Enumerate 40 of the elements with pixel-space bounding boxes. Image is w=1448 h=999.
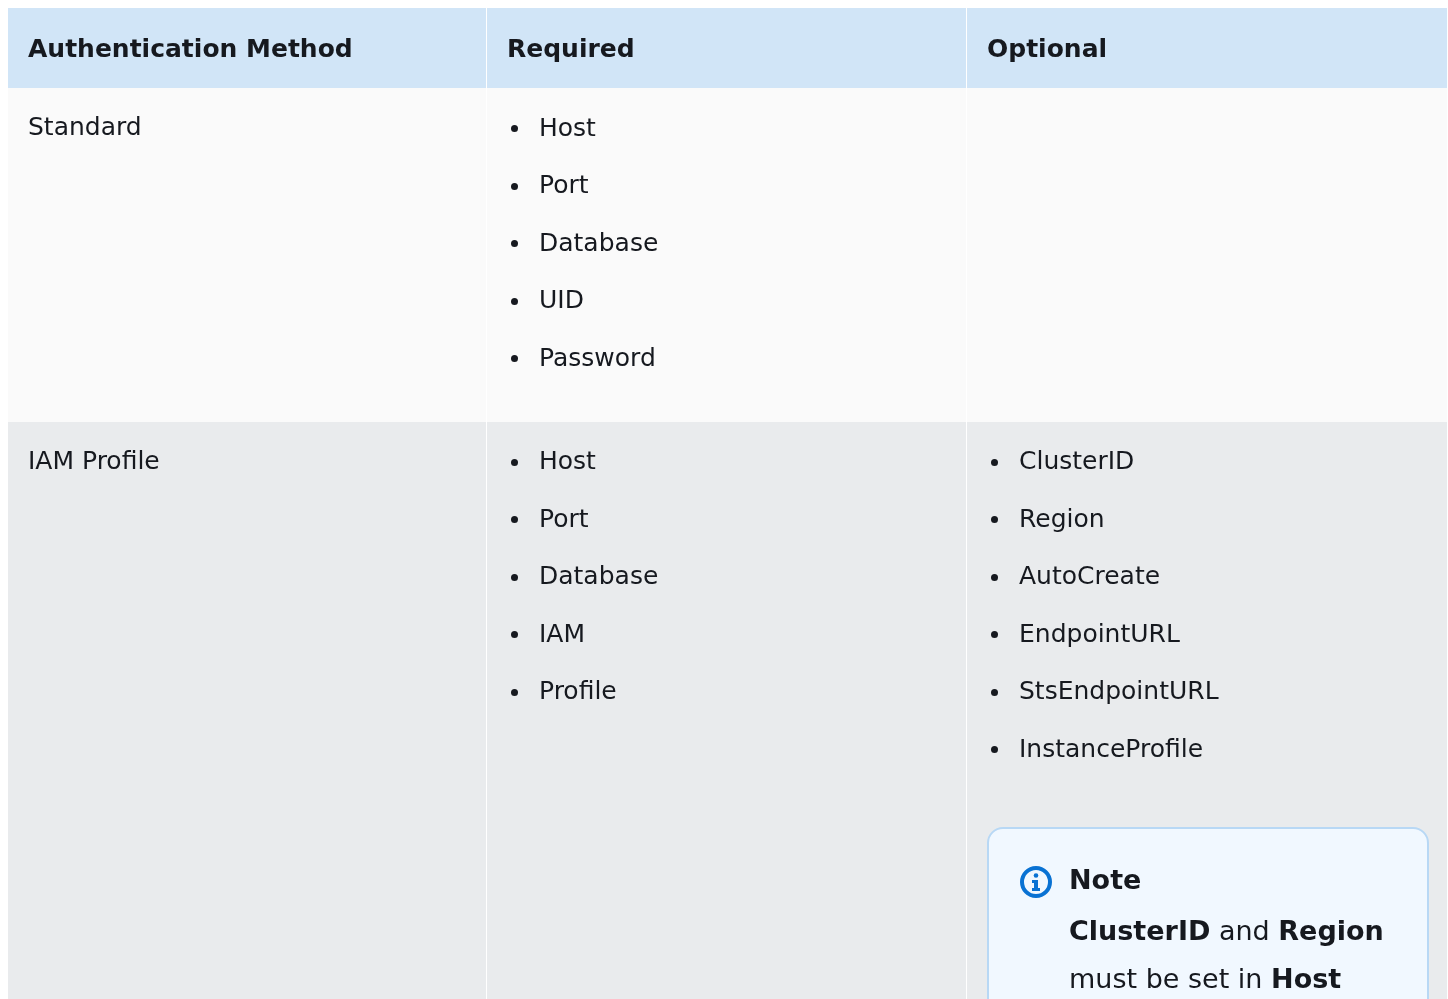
list-item: Port	[539, 170, 589, 199]
bullet-icon	[991, 573, 998, 581]
list-item: Database	[539, 227, 659, 257]
list-item: Host	[539, 112, 596, 142]
list-item: Host	[539, 446, 596, 475]
bullet-icon	[511, 182, 518, 190]
list-item: IAM	[539, 618, 586, 648]
method-name: IAM Profile	[28, 444, 161, 477]
column-header: Authentication Method	[8, 8, 486, 88]
bullet-icon	[511, 516, 518, 523]
bullet-icon	[511, 688, 518, 696]
method-name: Standard	[28, 111, 143, 143]
bullet-icon	[511, 573, 518, 581]
bullet-icon	[511, 297, 518, 305]
bullet-icon	[511, 355, 518, 362]
list-item: Profile	[539, 676, 617, 705]
note-text: ClusterID and Region must be set in Host	[1069, 914, 1385, 996]
bullet-icon	[511, 458, 518, 466]
bullet-icon	[991, 746, 998, 753]
list-item: Port	[539, 503, 589, 533]
info-icon	[1019, 865, 1053, 899]
list-item: UID	[539, 285, 584, 314]
note-title: Note	[1069, 863, 1143, 897]
bullet-icon	[991, 516, 998, 523]
list-item: Region	[1019, 503, 1105, 533]
bullet-icon	[511, 240, 518, 247]
list-item: AutoCreate	[1019, 561, 1161, 590]
bullet-icon	[991, 631, 998, 638]
list-item: Database	[539, 561, 659, 590]
list-item: InstanceProfile	[1019, 733, 1204, 763]
column-header: Optional	[967, 8, 1447, 88]
bullet-icon	[511, 631, 518, 638]
bullet-icon	[991, 688, 998, 696]
list-item: StsEndpointURL	[1019, 676, 1219, 705]
bullet-icon	[991, 458, 998, 466]
list-item: EndpointURL	[1019, 618, 1180, 648]
list-item: Password	[539, 342, 656, 372]
list-item: ClusterID	[1019, 446, 1135, 475]
column-header: Required	[487, 8, 966, 88]
bullet-icon	[511, 125, 518, 132]
